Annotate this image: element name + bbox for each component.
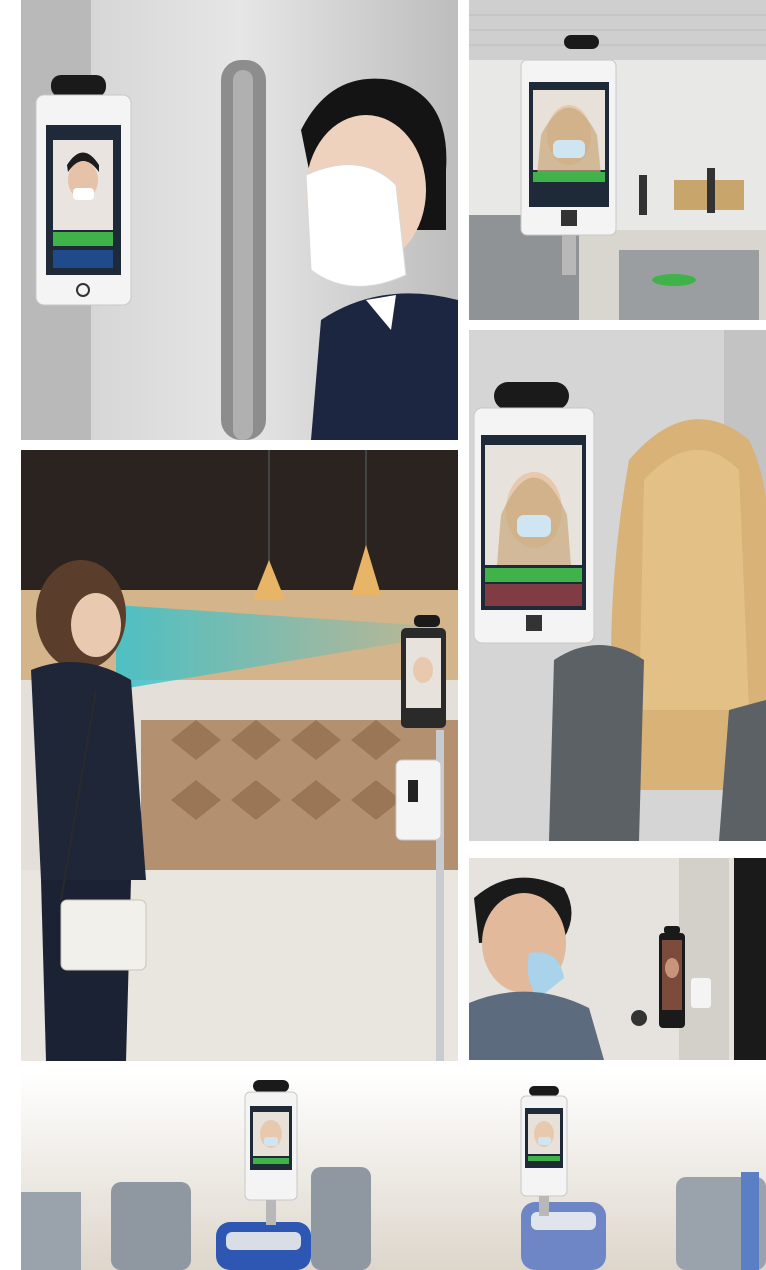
photo-man-mask-terminal-illustration	[469, 858, 766, 1060]
photo-woman-scan-stand-illustration	[21, 450, 458, 1061]
photo-woman-scan-stand	[21, 450, 458, 1061]
photo-turnstile-gates-illustration	[21, 1072, 766, 1270]
photo-terminal-turnstile-lobby-illustration	[469, 0, 766, 320]
photo-collage	[0, 0, 766, 1270]
photo-terminal-blonde-woman-illustration	[469, 330, 766, 841]
photo-woman-mask-terminal	[21, 0, 458, 440]
photo-terminal-turnstile-lobby	[469, 0, 766, 320]
photo-woman-mask-terminal-illustration	[21, 0, 458, 440]
photo-terminal-blonde-woman	[469, 330, 766, 841]
photo-man-mask-terminal	[469, 858, 766, 1060]
photo-turnstile-gates	[21, 1072, 766, 1270]
